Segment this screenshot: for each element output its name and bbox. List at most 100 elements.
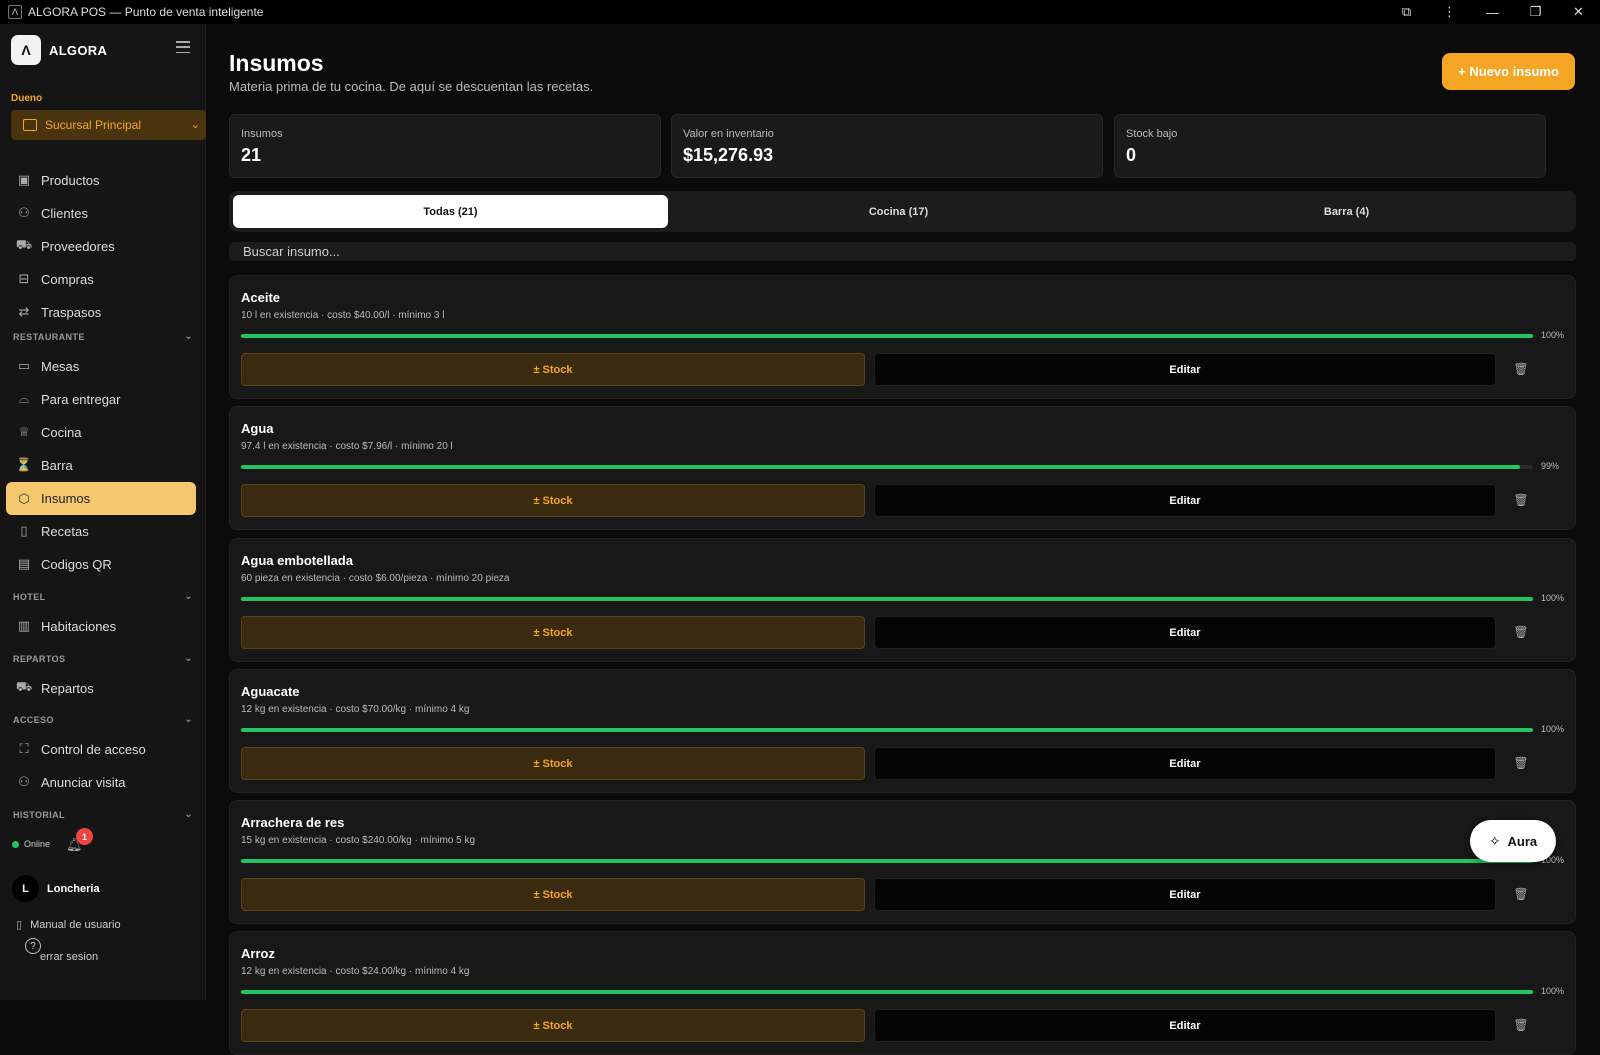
trash-icon[interactable]: 🗑︎ [1513, 887, 1528, 901]
menu-icon[interactable] [176, 41, 190, 53]
brand[interactable]: Λ ALGORA [11, 35, 107, 65]
notification-badge: 1 [76, 828, 93, 845]
adjust-stock-button[interactable]: ± Stock [241, 1009, 865, 1042]
sidebar-item-recetas[interactable]: ▯ Recetas [6, 515, 196, 547]
sidebar-item-label: Habitaciones [41, 618, 117, 634]
sidebar-item-label: Compras [41, 271, 94, 287]
trash-icon[interactable]: 🗑︎ [1513, 756, 1528, 770]
online-dot-icon [12, 840, 19, 848]
sidebar-item-barra[interactable]: ⏳ Barra [6, 449, 196, 481]
stock-percent: 100% [1541, 724, 1565, 734]
sidebar-item-label: Proveedores [41, 238, 115, 254]
kebab-icon[interactable]: ⋮ [1428, 0, 1471, 24]
sidebar-item-label: Recetas [41, 523, 89, 539]
tab-cocina[interactable]: Cocina (17) [681, 195, 1116, 228]
stock-progress-fill [241, 859, 1533, 863]
help-icon[interactable]: ? [25, 938, 41, 954]
edit-button[interactable]: Editar [874, 484, 1496, 517]
sidebar-item-label: Para entregar [41, 391, 121, 407]
book-icon: ▯ [16, 919, 23, 931]
section-label: HOTEL [13, 592, 46, 602]
user-profile[interactable]: L Loncheria [12, 875, 100, 902]
manual-link[interactable]: ▯ Manual de usuario [16, 918, 121, 932]
user-name: Loncheria [47, 882, 100, 895]
restore-icon[interactable]: ❐ [1514, 0, 1557, 24]
trash-icon[interactable]: 🗑︎ [1513, 625, 1528, 639]
status-label: Online [24, 839, 51, 849]
supply-name: Agua [241, 421, 274, 436]
sidebar-item-traspasos[interactable]: ⇄ Traspasos [6, 296, 196, 328]
adjust-stock-button[interactable]: ± Stock [241, 484, 865, 517]
stock-progress-bar [241, 465, 1533, 469]
puzzle-icon[interactable]: ⧉ [1385, 0, 1428, 24]
sidebar-item-cocina[interactable]: ♕ Cocina [6, 416, 196, 448]
logout-link[interactable]: errar sesion [40, 951, 98, 963]
stock-progress-fill [241, 728, 1533, 732]
minimize-icon[interactable]: — [1471, 0, 1514, 24]
connection-status: Online [12, 839, 50, 849]
supply-name: Arrachera de res [241, 815, 345, 830]
search-input[interactable] [229, 242, 1576, 261]
book-icon: ▯ [20, 523, 28, 538]
sidebar-item-clientes[interactable]: ⚇ Clientes [6, 197, 196, 229]
sidebar-item-repartos[interactable]: ⛟ Repartos [6, 672, 196, 704]
section-acceso[interactable]: ACCESO ⌄ [13, 714, 193, 725]
user-role: Dueno [11, 93, 43, 104]
sidebar-item-control-acceso[interactable]: ⛶ Control de acceso [6, 733, 196, 765]
adjust-stock-button[interactable]: ± Stock [241, 747, 865, 780]
section-hotel[interactable]: HOTEL ⌄ [13, 591, 193, 602]
qr-icon: ▤ [17, 556, 31, 571]
trash-icon[interactable]: 🗑︎ [1513, 1018, 1528, 1032]
aura-assistant-button[interactable]: ✧ Aura [1470, 820, 1556, 862]
chevron-down-icon: ⌄ [190, 119, 200, 131]
sidebar-item-compras[interactable]: ⊟ Compras [6, 263, 196, 295]
sidebar-item-habitaciones[interactable]: ▥ Habitaciones [6, 610, 196, 642]
stock-progress-bar [241, 990, 1533, 994]
tab-barra[interactable]: Barra (4) [1129, 195, 1564, 228]
section-label: ACCESO [13, 715, 54, 725]
close-icon[interactable]: ✕ [1557, 0, 1600, 24]
section-restaurante[interactable]: RESTAURANTE ⌄ [13, 331, 193, 342]
edit-button[interactable]: Editar [874, 878, 1496, 911]
edit-button[interactable]: Editar [874, 747, 1496, 780]
stat-label: Stock bajo [1126, 128, 1178, 140]
adjust-stock-button[interactable]: ± Stock [241, 353, 865, 386]
supply-card: Aguacate 12 kg en existencia · costo $70.… [229, 669, 1576, 793]
sidebar-item-insumos[interactable]: ⬡ Insumos [6, 482, 196, 515]
trash-icon[interactable]: 🗑︎ [1513, 493, 1528, 507]
adjust-stock-button[interactable]: ± Stock [241, 878, 865, 911]
sidebar-item-para-entregar[interactable]: ⌓ Para entregar [6, 383, 196, 415]
stock-progress-bar [241, 728, 1533, 732]
sidebar-item-mesas[interactable]: ▭ Mesas [6, 350, 196, 382]
section-historial[interactable]: HISTORIAL ⌄ [13, 809, 193, 820]
edit-button[interactable]: Editar [874, 616, 1496, 649]
section-label: RESTAURANTE [13, 332, 85, 342]
sidebar-item-label: Traspasos [41, 304, 102, 320]
branch-selector[interactable]: Sucursal Principal ⌄ [11, 110, 206, 140]
sidebar: Λ ALGORA Dueno Sucursal Principal ⌄ ▣ Pr… [0, 24, 206, 1000]
users-icon: ⚇ [18, 205, 30, 220]
sidebar-item-codigos-qr[interactable]: ▤ Codigos QR [6, 548, 196, 580]
glass-icon: ⏳ [15, 457, 33, 472]
branch-name: Sucursal Principal [45, 118, 142, 132]
tab-todas[interactable]: Todas (21) [233, 195, 668, 228]
adjust-stock-button[interactable]: ± Stock [241, 616, 865, 649]
edit-button[interactable]: Editar [874, 1009, 1496, 1042]
supply-card: Aceite 10 l en existencia · costo $40.00/… [229, 275, 1576, 399]
sidebar-item-anunciar-visita[interactable]: ⚇ Anunciar visita [6, 766, 196, 798]
sidebar-item-proveedores[interactable]: ⛟ Proveedores [6, 230, 196, 262]
stat-card-stock-bajo: Stock bajo 0 [1114, 114, 1546, 178]
avatar: L [12, 875, 39, 902]
supply-info: 12 kg en existencia · costo $70.00/kg · … [241, 704, 470, 715]
section-repartos[interactable]: REPARTOS ⌄ [13, 653, 193, 664]
new-supply-button[interactable]: + Nuevo insumo [1442, 53, 1575, 90]
category-tabs: Todas (21) Cocina (17) Barra (4) [229, 191, 1576, 232]
sidebar-item-label: Anunciar visita [41, 774, 126, 790]
trash-icon[interactable]: 🗑︎ [1513, 362, 1528, 376]
supply-info: 12 kg en existencia · costo $24.00/kg · … [241, 966, 470, 977]
sidebar-item-productos[interactable]: ▣ Productos [6, 164, 196, 196]
brand-name: ALGORA [49, 42, 108, 58]
supply-card: Arrachera de res 15 kg en existencia · co… [229, 800, 1576, 924]
sidebar-item-label: Repartos [41, 680, 94, 696]
edit-button[interactable]: Editar [874, 353, 1496, 386]
